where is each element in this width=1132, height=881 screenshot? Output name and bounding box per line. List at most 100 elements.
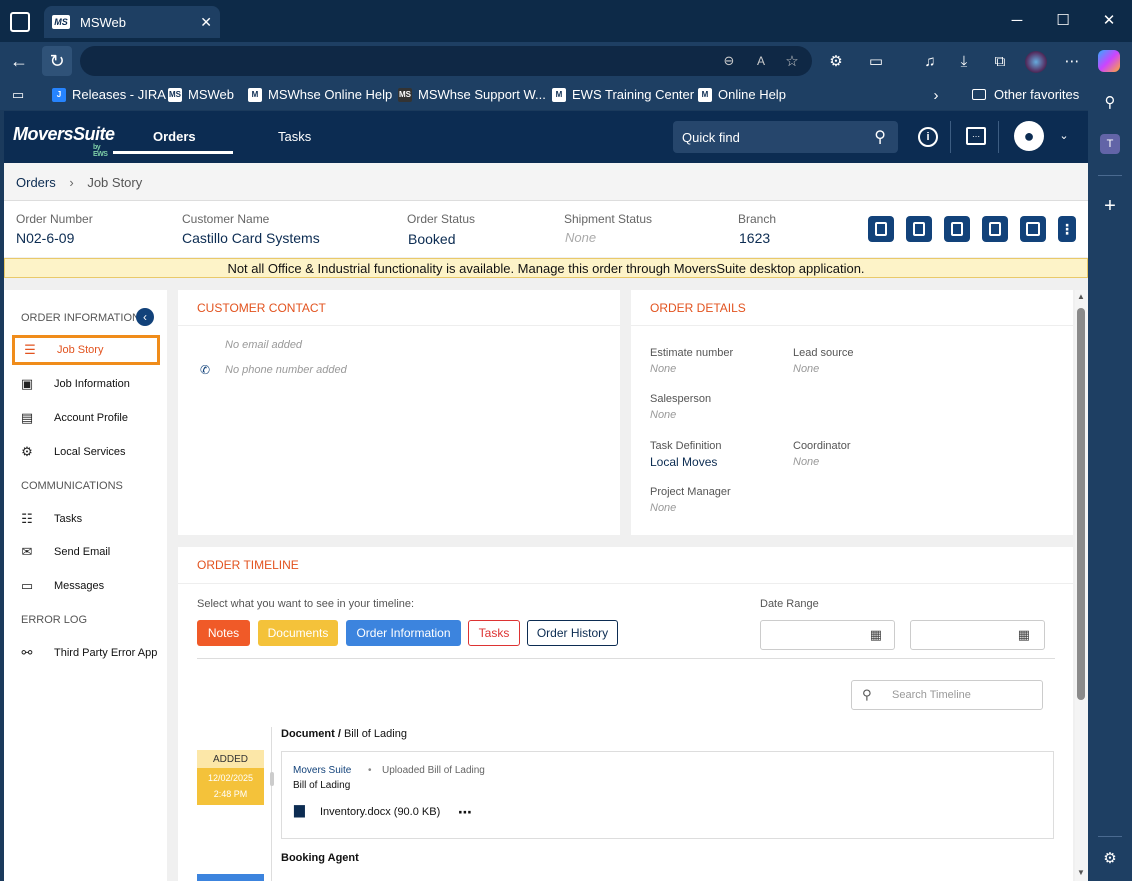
page-scrollbar[interactable]: ▲ ▼ [1075, 290, 1088, 881]
section-error-log: ERROR LOG [21, 614, 88, 626]
sidebar-item-third-party-error-app[interactable]: ⚯ Third Party Error App [12, 638, 160, 668]
zoom-icon[interactable]: ⊖ [720, 52, 738, 70]
filter-order-history-button[interactable]: Order History [527, 620, 618, 646]
sidebar-item-job-story[interactable]: ☰ Job Story [12, 335, 160, 365]
copilot-icon[interactable] [1098, 50, 1120, 72]
search-timeline-input[interactable]: ⚲ Search Timeline [851, 680, 1043, 710]
bullet-separator: • [368, 765, 372, 776]
date-range-start-input[interactable]: ▦ [760, 620, 895, 650]
collections-icon[interactable]: ▭ [8, 86, 28, 104]
close-window-icon[interactable]: ✕ [1097, 10, 1121, 30]
more-icon[interactable]: ⋯ [1062, 51, 1082, 71]
cast-icon[interactable]: ▭ [866, 51, 886, 71]
date-range-label: Date Range [760, 598, 819, 610]
sidebar-item-send-email[interactable]: ✉ Send Email [12, 537, 160, 567]
quick-find-input[interactable]: Quick find ⚲ [673, 121, 898, 153]
maximize-icon[interactable]: ☐ [1051, 10, 1075, 30]
paste-button[interactable] [982, 216, 1008, 242]
user-avatar-icon[interactable]: ● [1014, 121, 1044, 151]
bookmark-mswhse-support[interactable]: MS MSWhse Support W... [398, 87, 546, 102]
tab-actions-icon[interactable] [10, 12, 30, 32]
scroll-down-icon[interactable]: ▼ [1077, 868, 1085, 877]
entry-author[interactable]: Movers Suite [293, 765, 351, 776]
bookmark-other-favorites[interactable]: Other favorites [972, 87, 1079, 102]
date-range-end-input[interactable]: ▦ [910, 620, 1045, 650]
calendar-icon[interactable]: ▦ [870, 627, 882, 643]
bookmark-jira[interactable]: J Releases - JIRA [52, 87, 166, 102]
sidebar-item-job-information[interactable]: ▣ Job Information [12, 369, 160, 399]
filter-tasks-button[interactable]: Tasks [468, 620, 520, 646]
lead-source-label: Lead source [793, 347, 854, 359]
more-actions-button[interactable]: ⋮ [1058, 216, 1076, 242]
shipment-status: None [565, 230, 597, 245]
bookmarks-bar: ▭ J Releases - JIRA MS MSWeb M MSWhse Onlin… [0, 80, 1132, 110]
app-window: MoversSuite by EWS Orders Tasks Quick fin… [4, 111, 1088, 881]
filter-order-information-button[interactable]: Order Information [346, 620, 461, 646]
breadcrumb: Orders › Job Story [4, 163, 1088, 201]
refresh-icon[interactable]: ↻ [42, 46, 72, 76]
add-icon[interactable]: + [1100, 195, 1120, 217]
calendar-icon[interactable]: ▦ [1018, 627, 1030, 643]
search-icon[interactable]: ⚲ [874, 127, 886, 147]
phone-icon: ✆ [200, 363, 211, 377]
screenshot-icon[interactable]: ⧉ [990, 51, 1010, 71]
salesperson: None [650, 409, 677, 421]
nav-tab-orders[interactable]: Orders [153, 129, 196, 144]
jira-icon: J [52, 87, 66, 102]
more-options-icon[interactable]: ⋯ [458, 804, 472, 821]
minimize-icon[interactable]: ─ [1005, 10, 1029, 30]
timeline-drag-handle[interactable] [270, 772, 274, 786]
notes-button[interactable] [906, 216, 932, 242]
nav-tab-tasks[interactable]: Tasks [278, 129, 311, 144]
customer-email: No email added [225, 339, 303, 351]
divider [197, 658, 1055, 659]
url-input[interactable]: ⊖ A ☆ [80, 46, 812, 76]
search-icon[interactable]: ⚲ [1100, 92, 1120, 112]
divider [178, 325, 620, 326]
info-icon[interactable]: i [918, 127, 938, 147]
sidebar-item-tasks[interactable]: ☷ Tasks [12, 504, 160, 534]
project-manager: None [650, 502, 677, 514]
collapse-sidebar-icon[interactable]: ‹ [136, 308, 154, 326]
tab-favicon: MS [52, 15, 70, 29]
extensions-icon[interactable]: ⚙ [826, 51, 846, 71]
browser-tab[interactable]: MS MSWeb ✕ [44, 6, 220, 38]
breadcrumb-orders[interactable]: Orders [16, 175, 56, 190]
bookmark-ews-training[interactable]: M EWS Training Center [552, 87, 694, 102]
edge-sidebar: ⚲ T + ⚙ [1088, 80, 1132, 881]
attachment-file[interactable]: Inventory.docx (90.0 KB) [320, 806, 440, 818]
scrollbar-thumb[interactable] [1077, 308, 1085, 700]
timeline-entry-badge [197, 874, 264, 881]
sidebar-item-local-services[interactable]: ⚙ Local Services [12, 437, 160, 467]
bookmark-mswhse-help[interactable]: M MSWhse Online Help [248, 87, 392, 102]
job-information-icon: ▣ [20, 376, 34, 391]
settings-gear-icon[interactable]: ⚙ [1100, 848, 1120, 868]
filter-documents-button[interactable]: Documents [258, 620, 338, 646]
sidebar-item-messages[interactable]: ▭ Messages [12, 571, 160, 601]
customer-name: Castillo Card Systems [182, 230, 320, 246]
read-aloud-icon[interactable]: A [752, 52, 770, 70]
media-icon[interactable]: ♫ [920, 51, 940, 71]
copy-order-button[interactable] [868, 216, 894, 242]
coordinator: None [793, 456, 820, 468]
back-icon[interactable]: ← [8, 50, 30, 72]
task-definition-label: Task Definition [650, 440, 722, 452]
profile-icon[interactable] [1025, 51, 1047, 73]
teams-icon[interactable]: T [1100, 134, 1120, 154]
chevron-right-icon[interactable]: › [928, 86, 944, 104]
bookmark-msweb[interactable]: MS MSWeb [168, 87, 234, 102]
nodes-icon: ⚯ [21, 645, 33, 660]
chevron-down-icon[interactable]: ⌄ [1056, 127, 1072, 143]
moverssuite-logo[interactable]: MoversSuite by EWS [13, 124, 115, 158]
download-icon[interactable]: ⤓ [954, 51, 974, 71]
sidebar-item-account-profile[interactable]: ▤ Account Profile [12, 403, 160, 433]
clipboard-button[interactable] [944, 216, 970, 242]
favorite-star-icon[interactable]: ☆ [782, 51, 802, 71]
close-tab-icon[interactable]: ✕ [200, 14, 212, 31]
divider [1098, 175, 1122, 176]
bookmark-online-help[interactable]: M Online Help [698, 87, 786, 102]
checklist-button[interactable] [1020, 216, 1046, 242]
messages-icon[interactable]: ⋯ [966, 127, 986, 145]
scroll-up-icon[interactable]: ▲ [1077, 292, 1085, 301]
filter-notes-button[interactable]: Notes [197, 620, 250, 646]
